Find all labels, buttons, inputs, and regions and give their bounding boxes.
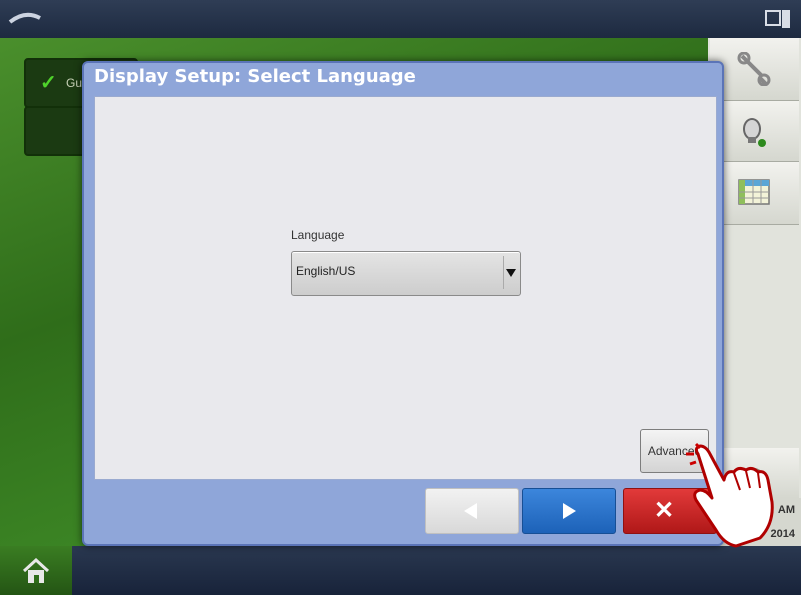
left-arrow-icon <box>464 503 477 519</box>
display-toggle-icon[interactable] <box>765 8 791 30</box>
language-selected-value: English/US <box>296 264 356 278</box>
home-icon <box>22 558 50 583</box>
background-tile-label: Gu <box>66 76 83 90</box>
home-button[interactable] <box>0 546 72 595</box>
language-dropdown[interactable]: English/US <box>291 251 521 296</box>
right-arrow-icon <box>563 503 576 519</box>
table-icon <box>738 179 770 205</box>
next-button[interactable] <box>522 488 616 534</box>
bottom-bar <box>0 546 801 595</box>
top-bar <box>0 0 801 38</box>
pointer-hand-icon <box>686 442 774 548</box>
previous-button[interactable] <box>425 488 519 534</box>
dialog-title: Display Setup: Select Language <box>94 66 416 87</box>
wrench-icon <box>737 52 771 86</box>
language-dialog: Display Setup: Select Language Language … <box>82 61 724 546</box>
language-label: Language <box>291 228 345 242</box>
dialog-body: Language English/US Advanced <box>94 96 717 480</box>
logo-icon <box>8 12 41 24</box>
check-icon: ✓ <box>40 72 57 94</box>
dropdown-arrow-icon <box>503 256 518 289</box>
bulb-icon <box>743 118 766 147</box>
